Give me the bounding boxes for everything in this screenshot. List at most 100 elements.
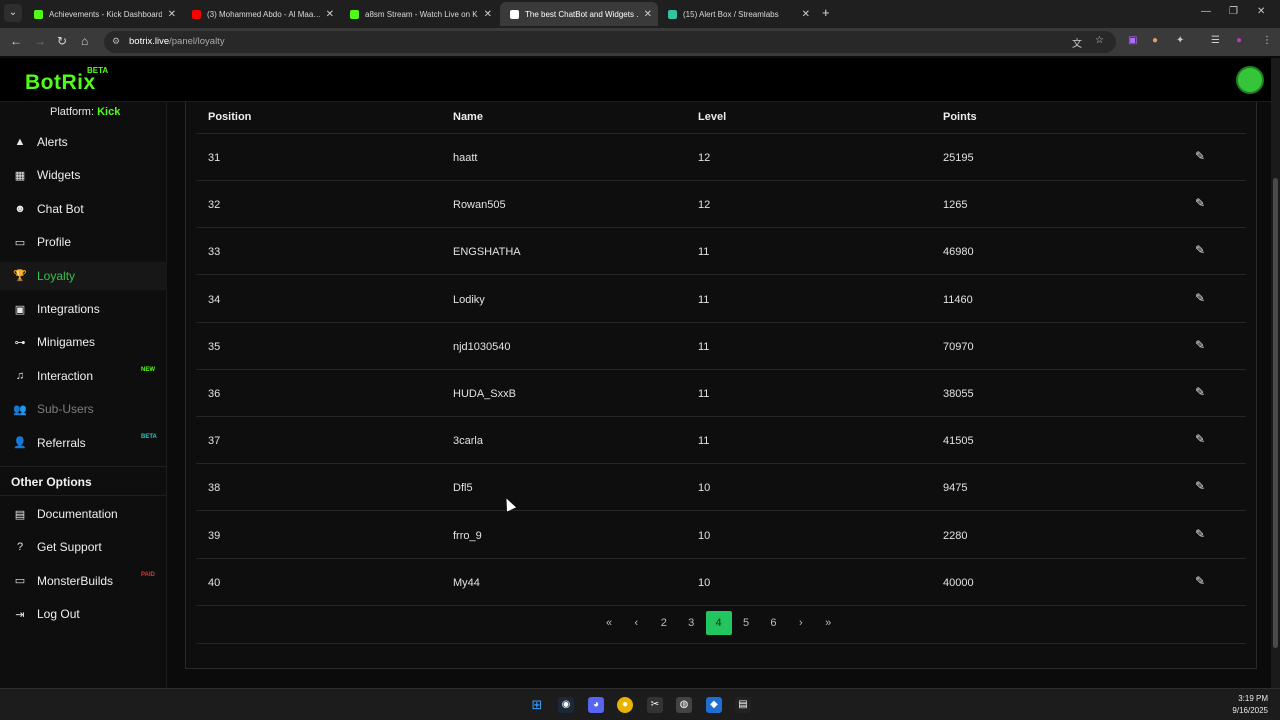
steam-icon[interactable]: ◉ [558,697,574,713]
sidebar-item-documentation[interactable]: ▤ Documentation [0,500,167,528]
page-button-4[interactable]: 4 [705,611,732,635]
edit-pencil-icon[interactable]: ✎ [1195,338,1205,352]
sidebar-item-widgets[interactable]: ▦ Widgets [0,161,167,189]
tab-close-icon[interactable]: ✕ [644,9,652,20]
browser-tab[interactable]: The best ChatBot and Widgets … ✕ [500,2,658,26]
translate-icon[interactable]: 文 [1072,35,1082,50]
section-divider [0,466,167,467]
sidebar-item-alerts[interactable]: ▲ Alerts [0,128,167,156]
browser-tab[interactable]: (15) Alert Box / Streamlabs ✕ [658,2,816,26]
tab-close-icon[interactable]: ✕ [168,9,176,20]
capcut-icon[interactable]: ✂ [647,697,663,713]
window-close-icon[interactable]: ✕ [1257,6,1265,17]
robot-icon: ☻ [14,202,26,215]
page-button-5[interactable]: 5 [733,611,759,635]
col-level[interactable]: Level [698,111,726,123]
browser-tab[interactable]: Achievements - Kick Dashboard ✕ [24,2,182,26]
sidebar: Platform: Kick ▲ Alerts ▦ Widgets ☻ Chat Bot ▭… [0,102,167,688]
windows-start-icon[interactable]: ⊞ [529,697,545,713]
col-position[interactable]: Position [208,111,251,123]
site-info-icon[interactable]: ⚙ [112,36,120,47]
page-button-2[interactable]: 2 [651,611,677,635]
tab-search-menu-icon[interactable]: ⌄ [4,4,22,22]
edit-pencil-icon[interactable]: ✎ [1195,149,1205,163]
sidebar-item-chat-bot[interactable]: ☻ Chat Bot [0,195,167,223]
tab-close-icon[interactable]: ✕ [802,9,810,20]
sidebar-badge: BETA [141,433,157,440]
sidebar-item-interaction[interactable]: ♫ Interaction NEW [0,362,167,390]
address-bar[interactable]: ⚙ botrix.live/panel/loyalty [104,31,1116,53]
scrollbar-thumb[interactable] [1273,178,1278,648]
edit-pencil-icon[interactable]: ✎ [1195,385,1205,399]
page-button-6[interactable]: 6 [760,611,786,635]
discord-icon[interactable]: ◕ [588,697,604,713]
extensions-puzzle-icon[interactable]: ✦ [1176,35,1184,46]
sidebar-item-get-support[interactable]: ? Get Support [0,533,167,561]
table-row: 31 haatt 12 25195 ✎ [196,134,1246,181]
cell-name: My44 [453,576,480,589]
media-control-icon[interactable]: ☰ [1211,35,1220,46]
edit-pencil-icon[interactable]: ✎ [1195,479,1205,493]
sidebar-item-label: Alerts [37,135,68,149]
edit-pencil-icon[interactable]: ✎ [1195,291,1205,305]
page-button-3[interactable]: 3 [678,611,704,635]
sidebar-item-profile[interactable]: ▭ Profile [0,228,167,256]
reload-icon[interactable]: ↻ [57,34,67,48]
cell-points: 70970 [943,340,974,353]
col-name[interactable]: Name [453,111,483,123]
bookmark-star-icon[interactable]: ☆ [1095,35,1104,46]
cell-position: 39 [208,529,221,542]
obs-icon[interactable]: ◍ [676,697,692,713]
restore-icon[interactable]: ❐ [1229,6,1238,17]
prev-page-icon[interactable]: ‹ [623,611,649,635]
browser-tab[interactable]: (3) Mohammed Abdo - Al Maa… ✕ [182,2,340,26]
sidebar-item-monsterbuilds[interactable]: ▭ MonsterBuilds PAID [0,567,167,595]
app-icon[interactable]: ◆ [706,697,722,713]
tab-close-icon[interactable]: ✕ [484,9,492,20]
next-page-icon[interactable]: › [788,611,814,635]
edit-pencil-icon[interactable]: ✎ [1195,243,1205,257]
cell-points: 25195 [943,152,974,164]
browser-menu-icon[interactable]: ⋮ [1262,35,1272,46]
new-tab-icon[interactable]: + [822,5,830,20]
browser-toolbar: ← → ↻ ⌂ ⚙ botrix.live/panel/loyalty 文 ☆ … [0,28,1280,56]
edit-pencil-icon[interactable]: ✎ [1195,432,1205,446]
cell-name: Rowan505 [453,199,506,212]
sidebar-item-label: Profile [37,235,72,250]
sidebar-item-minigames[interactable]: ⊶ Minigames [0,328,167,356]
profile-icon[interactable]: ● [1236,35,1242,46]
edit-pencil-icon[interactable]: ✎ [1195,196,1205,210]
col-points[interactable]: Points [943,111,977,123]
sidebar-item-loyalty[interactable]: 🏆 Loyalty [0,261,167,290]
chrome-icon[interactable]: ● [617,697,633,713]
browser-tab[interactable]: a8sm Stream - Watch Live on K… ✕ [340,2,498,26]
cell-level: 10 [698,576,711,589]
extension-cookie-icon[interactable]: ● [1152,35,1158,46]
user-avatar[interactable] [1236,66,1264,94]
gamepad-icon: ⊶ [14,336,26,349]
id-card-icon: ▭ [14,236,26,249]
system-clock[interactable]: 3:19 PM 9/16/2025 [1232,693,1268,717]
sidebar-item-sub-users[interactable]: 👥 Sub-Users [0,395,167,423]
first-page-icon[interactable]: « [596,611,622,635]
edit-pencil-icon[interactable]: ✎ [1195,574,1205,588]
cell-level: 10 [698,529,711,542]
table-row: 33 ENGSHATHA 11 46980 ✎ [196,228,1246,276]
back-icon[interactable]: ← [10,34,22,48]
minimize-icon[interactable]: — [1201,6,1211,17]
sidebar-item-label: Sub-Users [37,402,94,417]
botrix-logo[interactable]: BotRix [25,71,96,95]
sidebar-item-log-out[interactable]: ⇥ Log Out [0,600,167,628]
extension-f-icon[interactable]: ▣ [1128,35,1137,46]
sidebar-item-label: Widgets [37,168,81,183]
cell-points: 2280 [943,529,968,542]
sidebar-item-integrations[interactable]: ▣ Integrations [0,295,167,323]
tab-close-icon[interactable]: ✕ [326,9,334,20]
edit-pencil-icon[interactable]: ✎ [1195,527,1205,541]
last-page-icon[interactable]: » [815,611,841,635]
home-icon[interactable]: ⌂ [81,34,88,48]
forward-icon[interactable]: → [34,34,46,48]
os-taskbar: ⊞ ◉ ◕ ● ✂ ◍ ◆ ▤ 3:19 PM 9/16/2025 [0,688,1280,720]
sidebar-item-referrals[interactable]: 👤 Referrals BETA [0,429,167,457]
capcut-editor-icon[interactable]: ▤ [735,697,751,713]
